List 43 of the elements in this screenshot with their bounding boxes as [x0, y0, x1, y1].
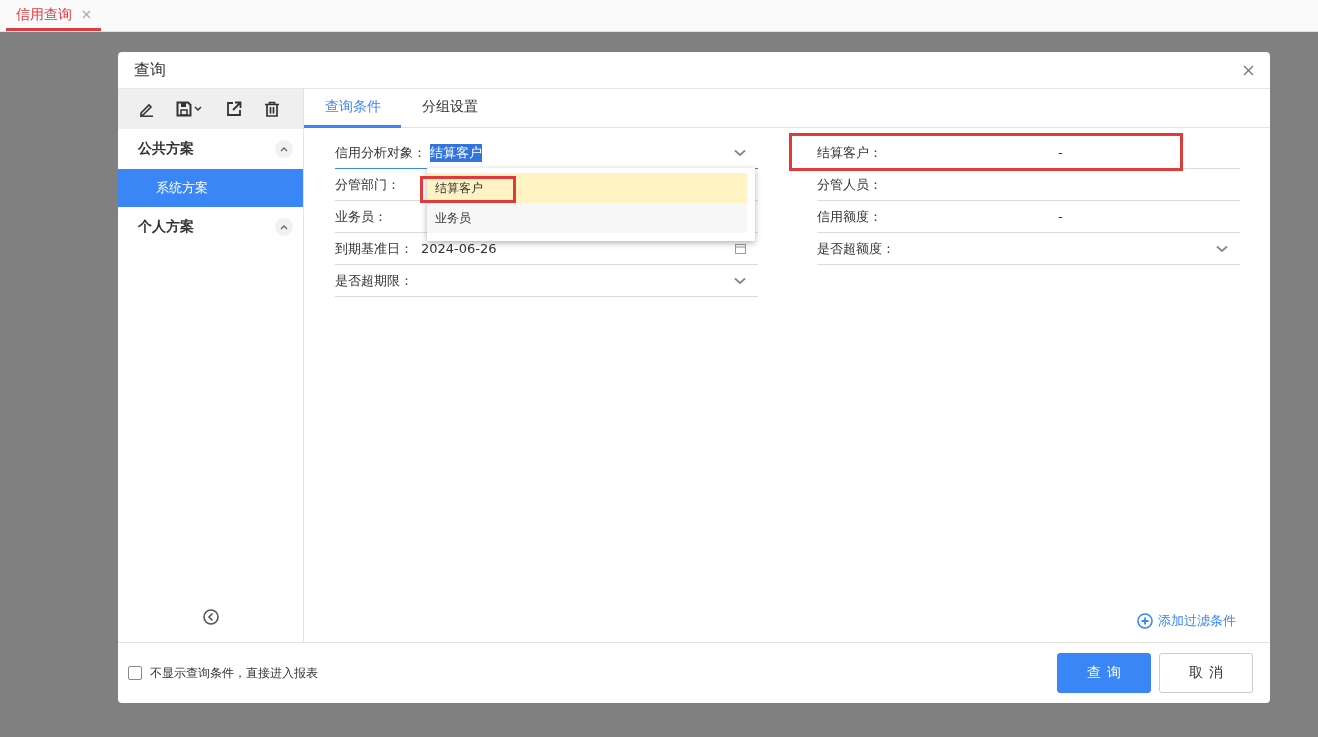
field-label: 是否超期限： [335, 271, 414, 290]
field-value: - [1058, 209, 1064, 224]
form-field[interactable]: 是否超期限： [335, 265, 758, 297]
form-field[interactable]: 是否超额度： [817, 233, 1240, 265]
field-label: 业务员： [335, 207, 388, 226]
scheme-item[interactable]: 系统方案 [118, 169, 303, 207]
chevron-down-icon [1216, 244, 1228, 253]
dropdown-option[interactable]: 结算客户 [427, 173, 747, 203]
tab[interactable]: 分组设置 [401, 89, 498, 128]
field-label: 信用额度： [817, 207, 883, 226]
field-label: 是否超额度： [817, 239, 896, 258]
scheme-group[interactable]: 公共方案 [118, 129, 303, 169]
chevron-down-icon [734, 276, 746, 285]
field-label: 分管部门： [335, 175, 401, 194]
checkbox-label: 不显示查询条件，直接进入报表 [150, 664, 318, 682]
field-value: 结算客户 [430, 143, 482, 162]
calendar-icon[interactable] [735, 243, 746, 254]
form-field[interactable]: 分管人员： [817, 169, 1240, 201]
add-filter-link[interactable]: 添加过滤条件 [1137, 612, 1240, 630]
export-icon[interactable] [226, 101, 242, 117]
query-button[interactable]: 查询 [1057, 653, 1151, 693]
field-label: 信用分析对象： [335, 143, 427, 162]
checkbox[interactable] [128, 666, 142, 680]
chevron-down-icon [734, 148, 746, 157]
scheme-group[interactable]: 个人方案 [118, 207, 303, 247]
tab[interactable]: 查询条件 [304, 89, 401, 128]
dialog-title: 查询 [134, 59, 166, 81]
dropdown-option[interactable]: 业务员 [427, 203, 747, 233]
plus-circle-icon [1137, 613, 1153, 629]
field-value: - [1058, 145, 1064, 160]
delete-icon[interactable] [264, 101, 280, 117]
caret-up-icon [275, 218, 293, 236]
caret-up-icon [275, 140, 293, 158]
field-value: 2024-06-26 [421, 241, 498, 256]
field-label: 结算客户： [817, 143, 883, 162]
collapse-icon[interactable] [202, 609, 219, 625]
form-field[interactable]: 信用额度： - [817, 201, 1240, 233]
close-icon[interactable] [1243, 64, 1254, 76]
field-label: 到期基准日： [335, 239, 414, 258]
cancel-button[interactable]: 取消 [1159, 653, 1253, 693]
edit-icon[interactable] [138, 101, 154, 117]
save-icon[interactable] [176, 101, 204, 117]
field-label: 分管人员： [817, 175, 883, 194]
